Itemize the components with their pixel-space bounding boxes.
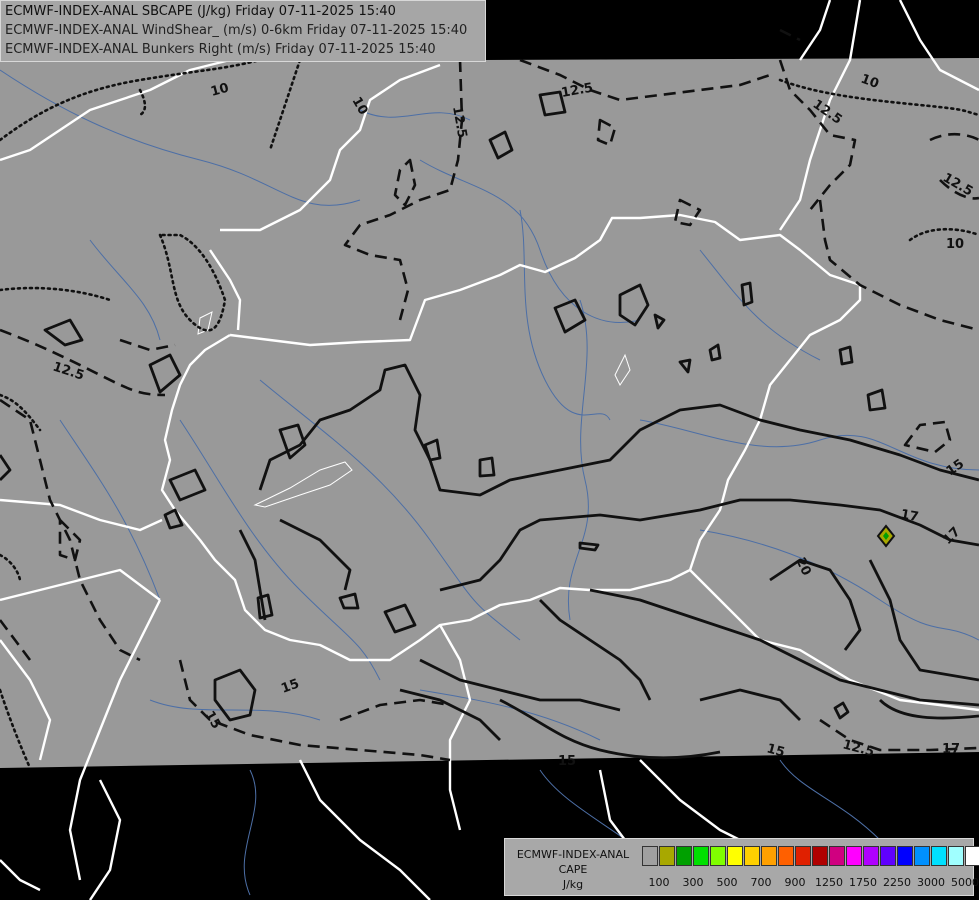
- legend-ticks: 100 300 500 700 900 1250 1750 2250 3000 5000: [642, 876, 979, 890]
- legend-tick-label: 900: [784, 876, 806, 889]
- legend-swatch: [778, 846, 794, 866]
- legend-swatch: [761, 846, 777, 866]
- weather-map: 10 10 10 10 12.5 12.5 12.5 12.5 12.5 12.…: [0, 0, 979, 900]
- contour-label: 15: [558, 754, 576, 769]
- data-coverage-area: [0, 58, 979, 768]
- legend-swatch: [727, 846, 743, 866]
- legend-swatch: [693, 846, 709, 866]
- legend-swatch: [846, 846, 862, 866]
- legend-tick-label: 100: [648, 876, 670, 889]
- legend-tick-label: 3000: [917, 876, 945, 889]
- legend-tick-label: 1750: [849, 876, 877, 889]
- legend-tick-label: 700: [750, 876, 772, 889]
- legend-swatch: [948, 846, 964, 866]
- contour-label: 17: [942, 742, 960, 757]
- legend-tick-label: 5000: [951, 876, 979, 889]
- legend-swatch: [880, 846, 896, 866]
- legend-swatch: [897, 846, 913, 866]
- legend-swatch: [795, 846, 811, 866]
- legend-swatch: [710, 846, 726, 866]
- legend-swatch: [914, 846, 930, 866]
- legend-swatch: [659, 846, 675, 866]
- map-title-box: ECMWF-INDEX-ANAL SBCAPE (J/kg) Friday 07…: [0, 0, 486, 62]
- contour-label: 10: [946, 237, 964, 252]
- legend-tick-label: 1250: [815, 876, 843, 889]
- title-sbcape: ECMWF-INDEX-ANAL SBCAPE (J/kg) Friday 07…: [5, 4, 396, 19]
- contour-label: 15: [765, 741, 786, 760]
- legend-swatch: [829, 846, 845, 866]
- legend-tick-label: 500: [716, 876, 738, 889]
- legend-swatch: [744, 846, 760, 866]
- bosnia-border: [298, 759, 431, 900]
- legend-model: ECMWF-INDEX-ANAL: [516, 848, 630, 861]
- legend-swatch: [863, 846, 879, 866]
- contour-label: 17: [899, 507, 919, 525]
- legend-tick-label: 300: [682, 876, 704, 889]
- sw-coast: [0, 859, 41, 892]
- legend-variable: CAPE: [558, 863, 588, 876]
- legend-unit: J/kg: [562, 878, 584, 891]
- legend-swatch: [965, 846, 979, 866]
- legend-swatches: [642, 846, 979, 866]
- legend-swatch: [812, 846, 828, 866]
- title-windshear: ECMWF-INDEX-ANAL WindShear_ (m/s) 0-6km …: [5, 23, 468, 38]
- legend-swatch: [676, 846, 692, 866]
- legend-swatch: [642, 846, 658, 866]
- legend-title: ECMWF-INDEX-ANAL CAPE J/kg: [509, 847, 637, 892]
- title-bunkers: ECMWF-INDEX-ANAL Bunkers Right (m/s) Fri…: [5, 42, 436, 57]
- legend-swatch: [931, 846, 947, 866]
- cape-legend: ECMWF-INDEX-ANAL CAPE J/kg 100 300 500 700 9…: [504, 838, 979, 896]
- legend-tick-label: 2250: [883, 876, 911, 889]
